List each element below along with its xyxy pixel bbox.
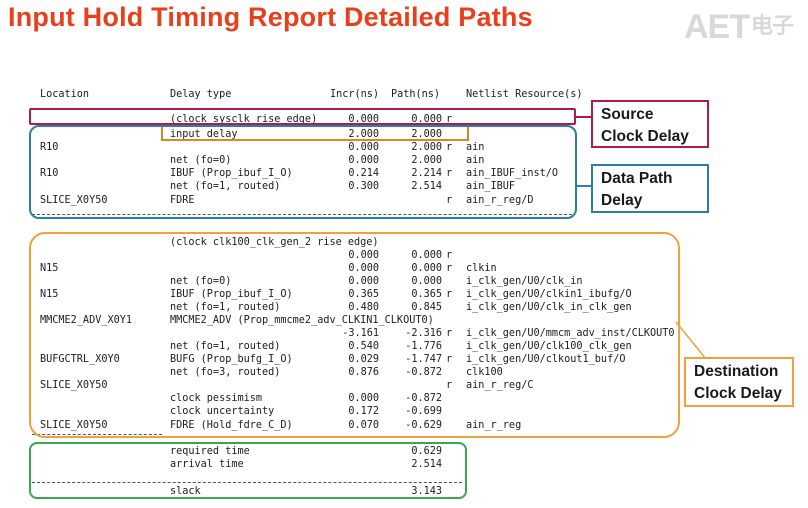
callout-line: Delay — [601, 192, 643, 209]
callout-line: Clock Delay — [694, 385, 782, 402]
slack-box — [29, 442, 467, 499]
callout-line: Source — [601, 106, 654, 123]
destination-clock-box — [29, 232, 680, 438]
destination-clock-callout: Destination Clock Delay — [684, 357, 794, 407]
source-clock-callout: Source Clock Delay — [591, 100, 709, 148]
data-path-callout: Data Path Delay — [591, 164, 709, 213]
aet-logo: AET电子 — [684, 8, 794, 46]
header-delay-type: Delay type — [170, 89, 232, 100]
header-path: Path(ns) — [391, 89, 441, 100]
header-netlist: Netlist Resource(s) — [466, 89, 583, 100]
header-incr: Incr(ns) — [330, 89, 380, 100]
callout-line: Destination — [694, 363, 779, 380]
callout-line: Clock Delay — [601, 128, 689, 145]
data-path-box — [29, 125, 577, 219]
callout-line: Data Path — [601, 170, 673, 187]
source-clock-box — [29, 108, 576, 125]
header-location: Location — [40, 89, 90, 100]
page-title: Input Hold Timing Report Detailed Paths — [8, 2, 533, 32]
